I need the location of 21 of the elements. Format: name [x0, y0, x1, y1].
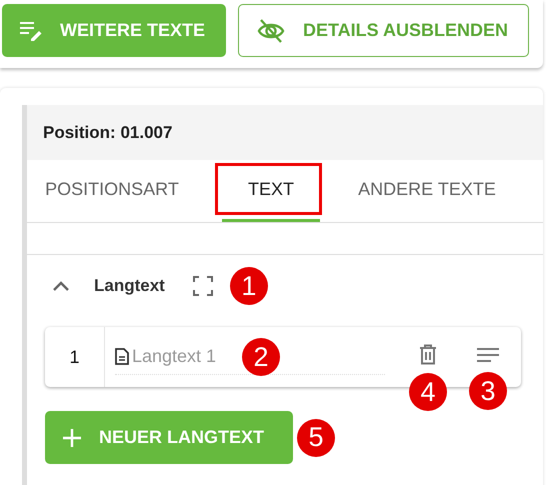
fullscreen-icon[interactable]	[192, 276, 213, 296]
tab[interactable]: TEXT	[222, 160, 320, 222]
text-field[interactable]: Langtext 1	[132, 346, 242, 367]
menu-icon[interactable]	[477, 348, 499, 362]
callout-number: 4	[409, 373, 447, 411]
chevron-up-icon[interactable]	[52, 280, 70, 292]
callout-number: 2	[242, 338, 280, 376]
entry-number: 1	[45, 327, 105, 387]
callout-number: 1	[230, 267, 268, 305]
eye-off-icon	[257, 18, 285, 44]
section-title: Langtext	[94, 276, 165, 296]
position-title: Position: 01.007	[43, 122, 172, 142]
callout-number: 5	[297, 418, 335, 456]
hide-details-button[interactable]: DETAILS AUSBLENDEN	[238, 4, 529, 57]
callout-number: 3	[469, 372, 507, 410]
document-icon	[115, 348, 129, 365]
text-edit-icon	[20, 20, 42, 40]
tab[interactable]: POSITIONSART	[27, 160, 217, 222]
plus-icon	[63, 428, 81, 446]
trash-icon[interactable]	[419, 344, 437, 365]
tab[interactable]: ANDERE TEXTE	[320, 160, 534, 222]
